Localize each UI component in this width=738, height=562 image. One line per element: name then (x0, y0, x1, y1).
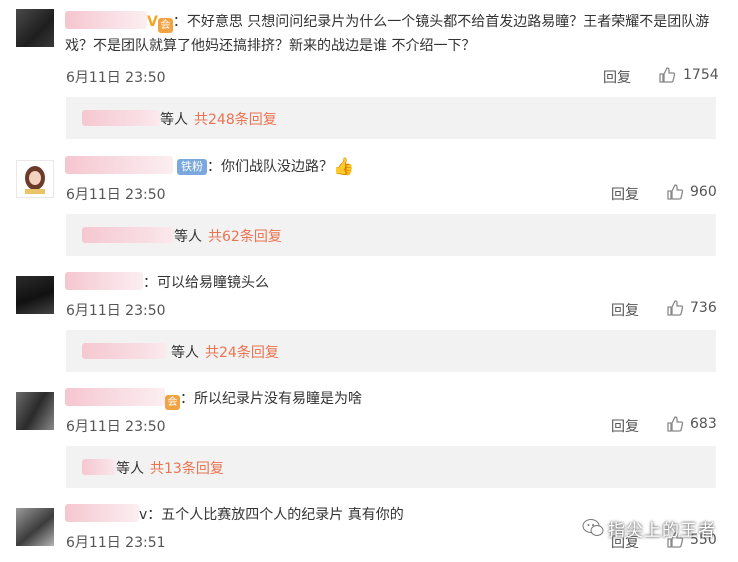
timestamp: 6月11日 23:50 (66, 187, 166, 203)
comment-line: ：可以给易瞳镜头么 (65, 271, 724, 295)
avatar[interactable] (16, 9, 54, 47)
timestamp: 6月11日 23:50 (66, 419, 166, 435)
reply-count-link[interactable]: 共24条回复 (205, 342, 279, 362)
comment-text: ：五个人比赛放四个人的纪录片 真有你的 (147, 507, 404, 523)
reply-users (82, 459, 116, 475)
username[interactable] (65, 272, 143, 290)
level-icon: 会 (157, 18, 173, 33)
thumbs-up-icon[interactable] (658, 66, 676, 84)
comment-meta: 6月11日 23:50 回复 683 (66, 416, 724, 438)
username[interactable] (65, 388, 165, 406)
reply-users-suffix: 等人 (116, 461, 144, 477)
reply-users-suffix: 等人 (171, 345, 199, 361)
avatar[interactable] (16, 508, 54, 546)
reply-users (82, 110, 160, 126)
reply-count-link[interactable]: 共13条回复 (150, 458, 224, 478)
username[interactable] (65, 11, 147, 29)
reply-count-link[interactable]: 共248条回复 (194, 109, 277, 129)
reply-users-suffix: 等人 (160, 112, 188, 128)
verified-badge: V (147, 14, 158, 30)
comment-meta: 6月11日 23:50 回复 960 (66, 184, 724, 206)
timestamp: 6月11日 23:50 (66, 303, 166, 319)
thumbs-up-icon[interactable] (666, 415, 684, 433)
like-count: 683 (690, 416, 717, 432)
replies-summary[interactable]: 等人 共62条回复 (66, 214, 716, 256)
comment-text: ：所以纪录片没有易瞳是为啥 (180, 391, 362, 407)
username[interactable] (65, 504, 139, 522)
wechat-icon (582, 519, 604, 536)
watermark: 指尖上的王者 (608, 521, 716, 541)
comment-line: 铁粉 ：你们战队没边路？👍 (65, 155, 724, 179)
replies-summary[interactable]: 等人 共13条回复 (66, 446, 716, 488)
reply-button[interactable]: 回复 (603, 67, 631, 87)
timestamp: 6月11日 23:51 (66, 535, 166, 551)
reply-users (82, 343, 166, 359)
avatar-illustration (25, 166, 45, 194)
level-icon: 会 (165, 395, 180, 410)
timestamp: 6月11日 23:50 (66, 70, 166, 86)
thumbs-up-icon[interactable] (666, 183, 684, 201)
like-count: 1754 (683, 67, 719, 83)
replies-summary[interactable]: 等人 共248条回复 (66, 97, 716, 139)
comment-meta: 6月11日 23:50 回复 736 (66, 300, 724, 322)
username[interactable] (65, 156, 173, 174)
reply-users (82, 227, 174, 243)
reply-button[interactable]: 回复 (611, 184, 639, 204)
fan-badge: 铁粉 (177, 159, 207, 175)
replies-summary[interactable]: 等人 共24条回复 (66, 330, 716, 372)
comment-text: ：可以给易瞳镜头么 (143, 275, 269, 291)
reply-count-link[interactable]: 共62条回复 (208, 226, 282, 246)
reply-button[interactable]: 回复 (611, 416, 639, 436)
reply-users-suffix: 等人 (174, 229, 202, 245)
avatar[interactable] (16, 276, 54, 314)
thumbs-up-icon[interactable] (666, 299, 684, 317)
comment-line: V 会：不好意思 只想问问纪录片为什么一个镜头都不给首发边路易瞳？王者荣耀不是团队… (65, 10, 724, 58)
avatar[interactable] (16, 392, 54, 430)
like-count: 960 (690, 184, 717, 200)
comment-meta: 6月11日 23:50 回复 1754 (66, 67, 724, 89)
like-count: 736 (690, 300, 717, 316)
comment-line: 会：所以纪录片没有易瞳是为啥 (65, 387, 724, 411)
comment-text: ：你们战队没边路？ (207, 159, 333, 175)
avatar[interactable] (16, 160, 54, 198)
thumbs-up-emoji-icon: 👍 (333, 157, 355, 177)
reply-button[interactable]: 回复 (611, 300, 639, 320)
